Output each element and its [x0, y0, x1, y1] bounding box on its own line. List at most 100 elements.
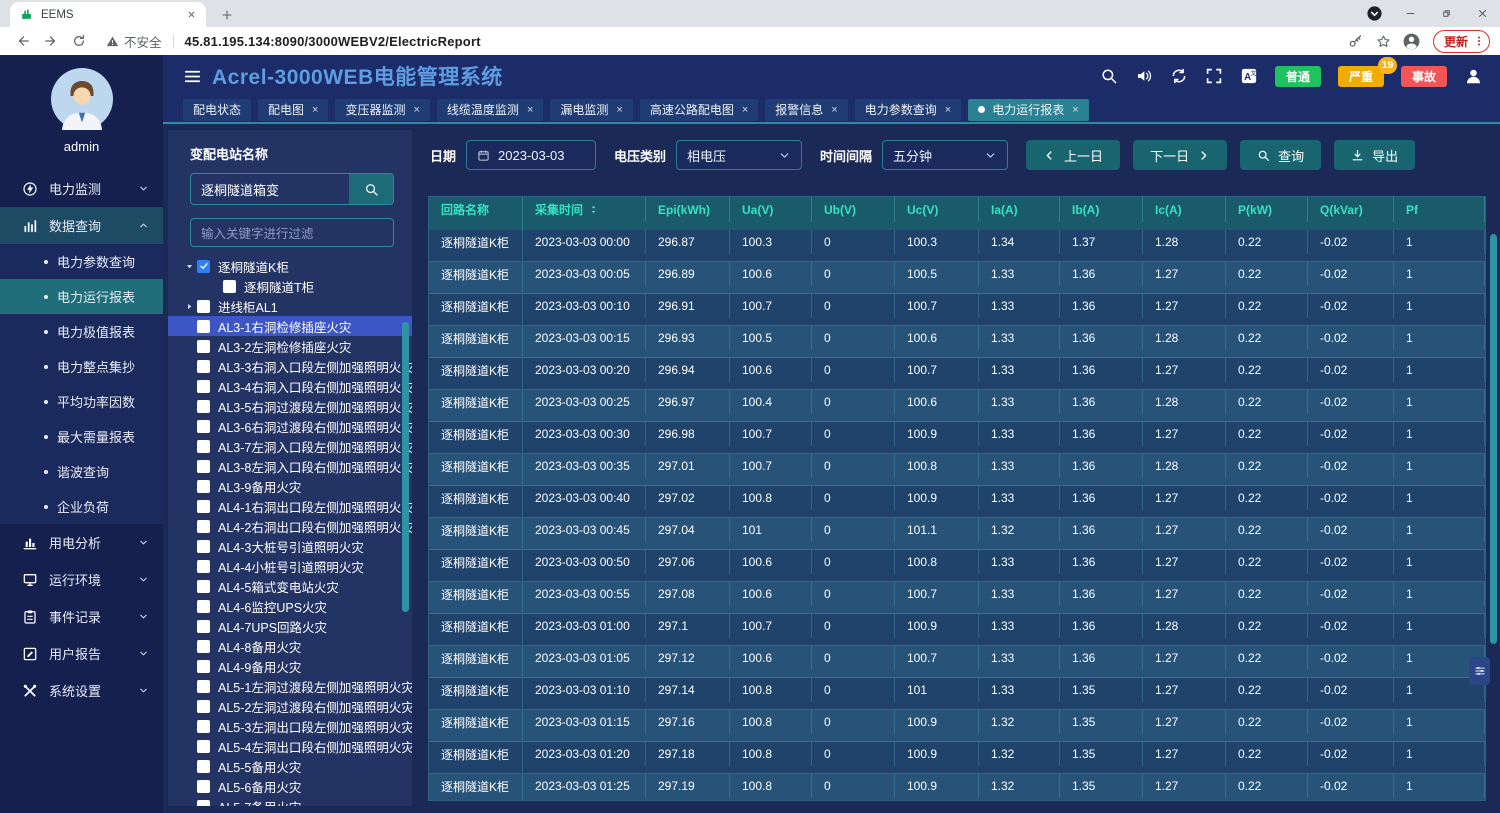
- tree-checkbox[interactable]: [197, 720, 210, 733]
- tree-node[interactable]: 逐桐隧道K柜: [168, 256, 412, 276]
- table-row[interactable]: 逐桐隧道K柜2023-03-03 00:10296.91100.70100.71…: [429, 294, 1485, 326]
- tree-checkbox[interactable]: [197, 700, 210, 713]
- tree-node[interactable]: AL4-9备用火灾: [168, 656, 412, 676]
- tree-checkbox[interactable]: [197, 500, 210, 513]
- browser-tab[interactable]: EEMS: [10, 2, 206, 27]
- workspace-tab[interactable]: 线缆温度监测×: [437, 99, 543, 121]
- sidebar-item-chart[interactable]: 数据查询: [0, 207, 163, 244]
- tree-checkbox[interactable]: [197, 340, 210, 353]
- search-button[interactable]: [1100, 67, 1118, 85]
- close-tab-icon[interactable]: ×: [312, 104, 318, 116]
- column-header[interactable]: Pf: [1394, 197, 1485, 222]
- close-window-button[interactable]: [1464, 0, 1500, 27]
- restore-button[interactable]: [1428, 0, 1464, 27]
- submenu-item[interactable]: 最大需量报表: [0, 419, 163, 454]
- bookmark-star-button[interactable]: [1371, 29, 1397, 53]
- tree-node[interactable]: AL4-5箱式变电站火灾: [168, 576, 412, 596]
- alarm-badge[interactable]: 事故: [1401, 66, 1447, 87]
- tree-node[interactable]: AL3-9备用火灾: [168, 476, 412, 496]
- tree-node[interactable]: 进线柜AL1: [168, 296, 412, 316]
- table-row[interactable]: 逐桐隧道K柜2023-03-03 01:10297.14100.801011.3…: [429, 678, 1485, 710]
- column-header[interactable]: Ia(A): [979, 197, 1060, 222]
- submenu-item[interactable]: 平均功率因数: [0, 384, 163, 419]
- column-header[interactable]: 采集时间: [523, 197, 646, 222]
- table-row[interactable]: 逐桐隧道K柜2023-03-03 01:15297.16100.80100.91…: [429, 710, 1485, 742]
- tree-checkbox[interactable]: [197, 380, 210, 393]
- tree-checkbox[interactable]: [197, 480, 210, 493]
- password-key-button[interactable]: [1343, 29, 1369, 53]
- update-button[interactable]: 更新: [1433, 30, 1490, 53]
- submenu-item[interactable]: 电力运行报表: [0, 279, 163, 314]
- new-tab-button[interactable]: [214, 2, 240, 27]
- tree-checkbox[interactable]: [197, 800, 210, 807]
- workspace-tab[interactable]: 高速公路配电图×: [640, 99, 758, 121]
- tree-filter-input[interactable]: 输入关键字进行过滤: [190, 218, 394, 247]
- sync-button[interactable]: [1170, 67, 1188, 85]
- table-row[interactable]: 逐桐隧道K柜2023-03-03 00:00296.87100.30100.31…: [429, 230, 1485, 262]
- tree-node[interactable]: AL4-3大桩号引道照明火灾: [168, 536, 412, 556]
- column-settings-toggle[interactable]: [1469, 657, 1490, 685]
- voltage-type-select[interactable]: 相电压: [676, 140, 802, 170]
- date-input[interactable]: 2023-03-03: [466, 140, 596, 170]
- table-row[interactable]: 逐桐隧道K柜2023-03-03 00:55297.08100.60100.71…: [429, 582, 1485, 614]
- tree-node[interactable]: AL4-7UPS回路火灾: [168, 616, 412, 636]
- translate-button[interactable]: A文: [1240, 67, 1258, 85]
- tree-node[interactable]: AL3-6右洞过渡段右侧加强照明火灾: [168, 416, 412, 436]
- menu-toggle-icon[interactable]: [183, 67, 202, 86]
- workspace-tab[interactable]: 电力参数查询×: [855, 99, 961, 121]
- tree-expand-icon[interactable]: [182, 262, 197, 271]
- tree-node[interactable]: AL5-7备用火灾: [168, 796, 412, 806]
- user-avatar[interactable]: [51, 68, 113, 130]
- security-chip[interactable]: 不安全: [106, 32, 162, 51]
- close-tab-icon[interactable]: ×: [1072, 104, 1078, 116]
- tree-expand-icon[interactable]: [182, 302, 197, 311]
- tree-node[interactable]: AL5-6备用火灾: [168, 776, 412, 796]
- station-search-input[interactable]: 逐桐隧道箱变: [191, 174, 349, 204]
- station-search-button[interactable]: [349, 174, 393, 204]
- tree-node[interactable]: AL5-2左洞过渡段右侧加强照明火灾: [168, 696, 412, 716]
- table-row[interactable]: 逐桐隧道K柜2023-03-03 01:00297.1100.70100.91.…: [429, 614, 1485, 646]
- table-row[interactable]: 逐桐隧道K柜2023-03-03 01:25297.19100.80100.91…: [429, 774, 1485, 801]
- tree-checkbox[interactable]: [197, 760, 210, 773]
- close-tab-icon[interactable]: ×: [527, 104, 533, 116]
- tree-node[interactable]: AL4-1右洞出口段左侧加强照明火灾: [168, 496, 412, 516]
- prev-day-button[interactable]: 上一日: [1026, 140, 1120, 170]
- tree-checkbox[interactable]: [197, 300, 210, 313]
- tree-node[interactable]: AL5-4左洞出口段右侧加强照明火灾: [168, 736, 412, 756]
- tree-node[interactable]: AL3-5右洞过渡段左侧加强照明火灾: [168, 396, 412, 416]
- tree-node[interactable]: 逐桐隧道T柜: [168, 276, 412, 296]
- tree-checkbox[interactable]: [223, 280, 236, 293]
- workspace-tab[interactable]: 配电状态: [183, 99, 251, 121]
- tree-checkbox[interactable]: [197, 640, 210, 653]
- export-button[interactable]: 导出: [1334, 140, 1415, 170]
- back-button[interactable]: [10, 28, 36, 54]
- tree-checkbox[interactable]: [197, 620, 210, 633]
- sidebar-item-analysis[interactable]: 用电分析: [0, 524, 163, 561]
- tree-node[interactable]: AL3-8左洞入口段右侧加强照明火灾: [168, 456, 412, 476]
- sidebar-item-report[interactable]: 用户报告: [0, 635, 163, 672]
- tree-node[interactable]: AL4-8备用火灾: [168, 636, 412, 656]
- tree-node[interactable]: AL3-7左洞入口段左侧加强照明火灾: [168, 436, 412, 456]
- column-header[interactable]: Epi(kWh): [646, 197, 730, 222]
- refresh-button[interactable]: [66, 28, 92, 54]
- column-header[interactable]: Ic(A): [1143, 197, 1226, 222]
- workspace-tab[interactable]: 报警信息×: [765, 99, 847, 121]
- submenu-item[interactable]: 电力极值报表: [0, 314, 163, 349]
- query-button[interactable]: 查询: [1240, 140, 1321, 170]
- table-row[interactable]: 逐桐隧道K柜2023-03-03 00:50297.06100.60100.81…: [429, 550, 1485, 582]
- close-tab-icon[interactable]: ×: [616, 104, 622, 116]
- table-row[interactable]: 逐桐隧道K柜2023-03-03 00:25296.97100.40100.61…: [429, 390, 1485, 422]
- table-row[interactable]: 逐桐隧道K柜2023-03-03 00:35297.01100.70100.81…: [429, 454, 1485, 486]
- tree-checkbox[interactable]: [197, 320, 210, 333]
- submenu-item[interactable]: 电力参数查询: [0, 244, 163, 279]
- tree-checkbox[interactable]: [197, 780, 210, 793]
- table-row[interactable]: 逐桐隧道K柜2023-03-03 01:05297.12100.60100.71…: [429, 646, 1485, 678]
- tree-checkbox[interactable]: [197, 420, 210, 433]
- tree-checkbox[interactable]: [197, 600, 210, 613]
- tree-checkbox[interactable]: [197, 360, 210, 373]
- sidebar-item-power[interactable]: 电力监测: [0, 170, 163, 207]
- tab-close-icon[interactable]: [187, 10, 196, 19]
- tree-scrollbar-thumb[interactable]: [402, 322, 409, 612]
- tree-node[interactable]: AL3-4右洞入口段右侧加强照明火灾: [168, 376, 412, 396]
- tree-node[interactable]: AL4-6监控UPS火灾: [168, 596, 412, 616]
